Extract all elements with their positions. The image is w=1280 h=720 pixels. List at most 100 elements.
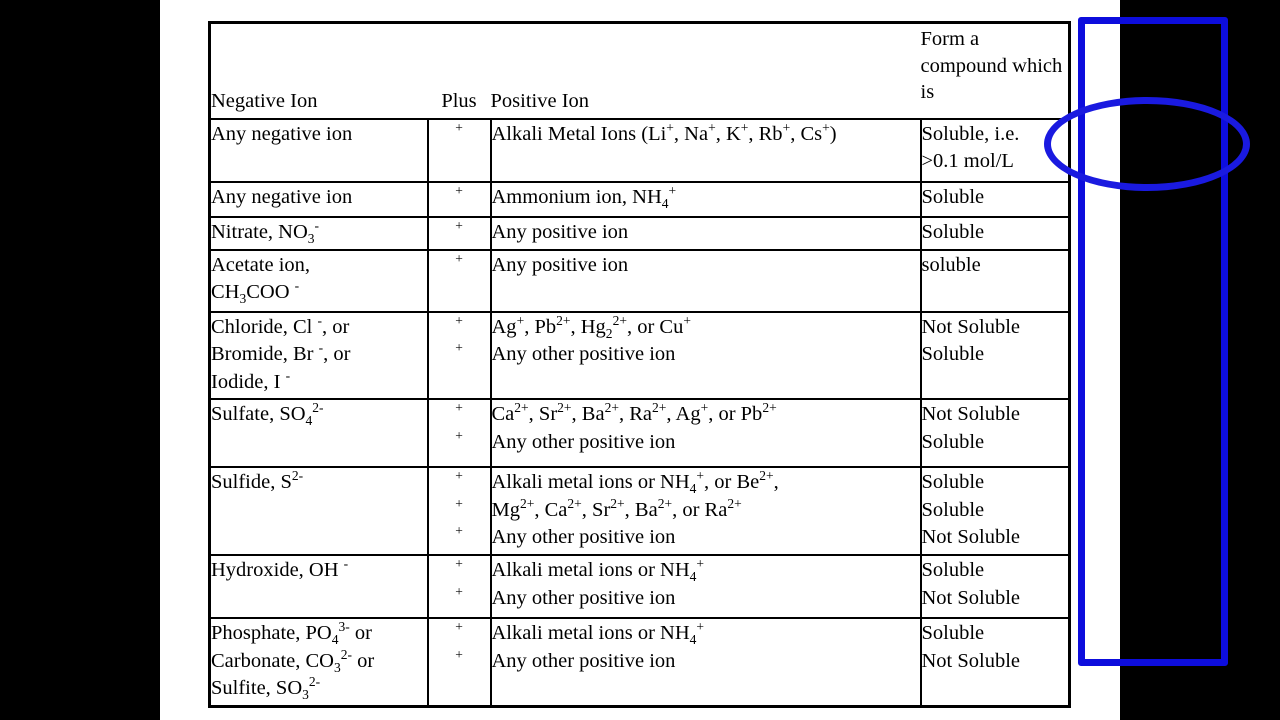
cell-result: Soluble, i.e. >0.1 mol/L [919,118,1071,183]
cell-line: Mg2+, Ca2+, Sr2+, Ba2+, or Ra2+ [491,496,742,521]
cell-line: Any negative ion [211,186,353,208]
cell-plus: + [426,216,492,251]
table-row: Any negative ion + Ammonium ion, NH4+ So… [208,181,1071,218]
solubility-rules-table: Negative Ion Plus Positive Ion Form a co… [208,21,1071,709]
table-row: Sulfide, S2- + + + Alkali metal ions or NH… [208,466,1071,557]
cell-line: Alkali metal ions or NH4+ [491,556,705,585]
slide-screen: Negative Ion Plus Positive Ion Form a co… [0,0,1280,720]
cell-negative-ion: Any negative ion [208,118,429,183]
cell-line: Nitrate, NO3- [211,218,320,247]
table-row: Sulfate, SO42- + + Ca2+, Sr2+, Ba2+, Ra2+… [208,398,1071,469]
cell-line: Soluble [921,471,985,494]
cell-line: + [455,400,463,416]
cell-line: Ag+, Pb2+, Hg22+, or Cu+ [491,313,691,342]
cell-negative-ion: Any negative ion [208,181,429,218]
blue-rectangle-annotation [1078,17,1228,666]
cell-line: Soluble, i.e. [921,123,1020,145]
cell-line: Not Soluble [921,526,1021,549]
cell-positive-ion: Alkali Metal Ions (Li+, Na+, K+, Rb+, Cs… [489,118,922,183]
cell-positive-ion: Ca2+, Sr2+, Ba2+, Ra2+, Ag+, or Pb2+ Any … [489,398,922,469]
cell-line: + [455,251,463,267]
cell-line: Phosphate, PO43- or [211,619,372,648]
table-row: Chloride, Cl -, or Bromide, Br -, or Iodid… [208,310,1071,401]
cell-line: Soluble [921,343,985,366]
header-negative-ion: Negative Ion [209,22,428,120]
cell-line: + [455,584,463,600]
cell-positive-ion: Any positive ion [489,249,922,313]
cell-line: + [455,120,463,136]
header-result: Form a compound which is [920,22,1070,120]
cell-line: + [455,218,463,234]
cell-line: + [455,183,463,199]
cell-line: Soluble [921,498,985,521]
table-row: Any negative ion + Alkali Metal Ions (Li… [208,118,1071,183]
cell-negative-ion: Chloride, Cl -, or Bromide, Br -, or Iodid… [208,310,429,401]
cell-line: Bromide, Br -, or [211,340,351,366]
cell-line: Any positive ion [491,254,629,276]
cell-line: Sulfite, SO32- [211,674,321,703]
cell-line: CH3COO - [211,278,300,307]
cell-plus: + + [426,310,492,401]
cell-plus: + + + [426,466,492,557]
cell-line: Ammonium ion, NH4+ [491,183,677,212]
cell-line: Alkali Metal Ions (Li+, Na+, K+, Rb+, Cs… [491,120,837,145]
cell-line: Soluble [921,430,985,453]
table-row: Phosphate, PO43- or Carbonate, CO32- or Su… [208,617,1071,708]
cell-positive-ion: Alkali metal ions or NH4+, or Be2+, Mg2+,… [489,466,922,557]
cell-negative-ion: Acetate ion, CH3COO - [208,249,429,313]
header-result-label: Form a compound which is [920,28,1063,104]
cell-line: Chloride, Cl -, or [211,313,350,338]
cell-line: >0.1 mol/L [921,150,1014,173]
cell-result: Not Soluble Soluble [919,398,1071,469]
cell-line: Alkali metal ions or NH4+ [491,619,705,648]
cell-line: Any negative ion [211,123,353,145]
cell-line: Any positive ion [491,221,629,243]
cell-positive-ion: Alkali metal ions or NH4+ Any other posit… [489,617,922,708]
cell-line: Ca2+, Sr2+, Ba2+, Ra2+, Ag+, or Pb2+ [491,400,777,426]
cell-negative-ion: Sulfate, SO42- [208,398,429,469]
cell-plus: + [426,181,492,218]
cell-line: Not Soluble [921,586,1021,609]
cell-result: Soluble Not Soluble [919,617,1071,708]
table-header-row: Negative Ion Plus Positive Ion Form a co… [209,22,1070,120]
cell-negative-ion: Hydroxide, OH - [208,554,429,620]
cell-line: Soluble [921,559,985,582]
cell-line: + [455,428,463,444]
cell-line: Not Soluble [921,403,1021,426]
cell-line: + [455,647,463,663]
cell-negative-ion: Phosphate, PO43- or Carbonate, CO32- or Su… [208,617,429,708]
cell-line: + [455,496,463,512]
table-row: Nitrate, NO3- + Any positive ion Soluble [208,216,1071,251]
table-body: Negative Ion Plus Positive Ion Form a co… [208,22,1071,708]
solubility-table-wrapper: Negative Ion Plus Positive Ion Form a co… [208,21,1071,709]
cell-positive-ion: Ammonium ion, NH4+ [489,181,922,218]
cell-line: Alkali metal ions or NH4+, or Be2+, [491,468,779,497]
cell-positive-ion: Ag+, Pb2+, Hg22+, or Cu+ Any other positi… [489,310,922,401]
cell-line: Hydroxide, OH - [211,556,349,582]
cell-plus: + + [426,398,492,469]
slide-canvas: Negative Ion Plus Positive Ion Form a co… [160,0,1250,720]
cell-plus: + + [426,617,492,708]
cell-line: + [455,340,463,356]
cell-line: Iodide, I - [211,368,291,393]
cell-result: Not Soluble Soluble [919,310,1071,401]
cell-line: Any other positive ion [491,526,676,549]
cell-line: Sulfate, SO42- [211,400,324,429]
cell-negative-ion: Sulfide, S2- [208,466,429,557]
cell-line: Soluble [921,221,985,243]
cell-line: Not Soluble [921,316,1021,338]
header-positive-ion: Positive Ion [490,22,921,120]
header-plus: Plus [427,22,491,120]
cell-line: + [455,523,463,539]
header-plus-label: Plus [441,89,477,112]
cell-result: Soluble Soluble Not Soluble [919,466,1071,557]
cell-line: Not Soluble [921,649,1021,672]
cell-line: Acetate ion, [211,254,311,276]
cell-line: soluble [921,254,981,276]
cell-line: Any other positive ion [491,430,676,453]
cell-line: + [455,619,463,635]
cell-result: Soluble Not Soluble [919,554,1071,620]
cell-plus: + [426,249,492,313]
cell-plus: + + [426,554,492,620]
cell-negative-ion: Nitrate, NO3- [208,216,429,251]
